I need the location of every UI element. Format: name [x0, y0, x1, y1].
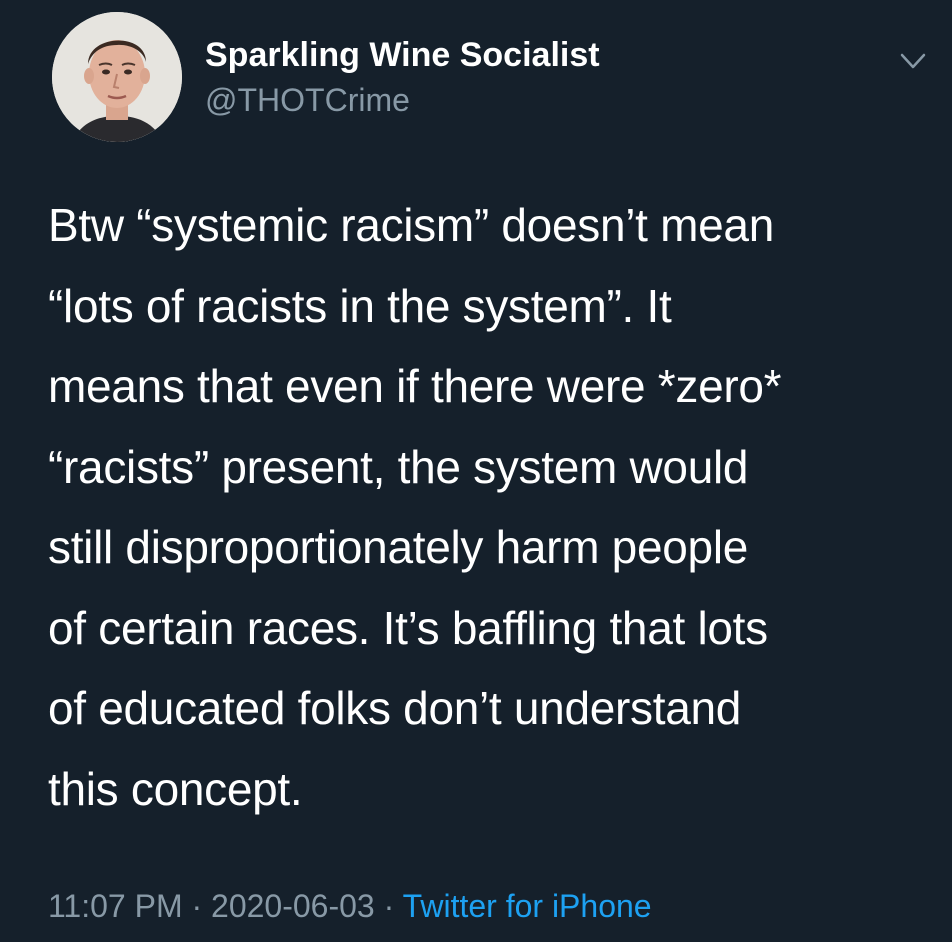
avatar-photo [52, 12, 182, 142]
tweet-text-line: this concept. [48, 762, 303, 815]
tweet-date[interactable]: 2020-06-03 [211, 888, 375, 924]
tweet-meta: 11:07 PM · 2020-06-03 · Twitter for iPho… [48, 888, 652, 925]
tweet-text-line: of certain races. It’s baffling that lot… [48, 601, 768, 654]
tweet-text-line: Btw “systemic racism” doesn’t mean [48, 199, 774, 251]
tweet-text: Btw “systemic racism” doesn’t mean “lots… [48, 185, 928, 829]
meta-separator: · [191, 888, 203, 924]
tweet-text-line: “racists” present, the system would [48, 440, 749, 493]
tweet-text-line: still disproportionately harm people [48, 521, 749, 573]
author-display-name[interactable]: Sparkling Wine Socialist [205, 36, 600, 75]
tweet-source-link[interactable]: Twitter for iPhone [403, 888, 652, 924]
tweet-text-line: means that even if there were *zero* [48, 360, 782, 412]
meta-separator: · [383, 888, 395, 924]
tweet-text-line: of educated folks don’t understand [48, 682, 742, 734]
tweet-time[interactable]: 11:07 PM [48, 888, 183, 924]
chevron-down-icon[interactable] [896, 46, 930, 76]
author-handle[interactable]: @THOTCrime [205, 82, 410, 119]
tweet-text-line: “lots of racists in the system”. It [48, 279, 672, 332]
avatar[interactable] [52, 12, 182, 142]
tweet-card: Sparkling Wine Socialist @THOTCrime Btw … [0, 0, 952, 942]
